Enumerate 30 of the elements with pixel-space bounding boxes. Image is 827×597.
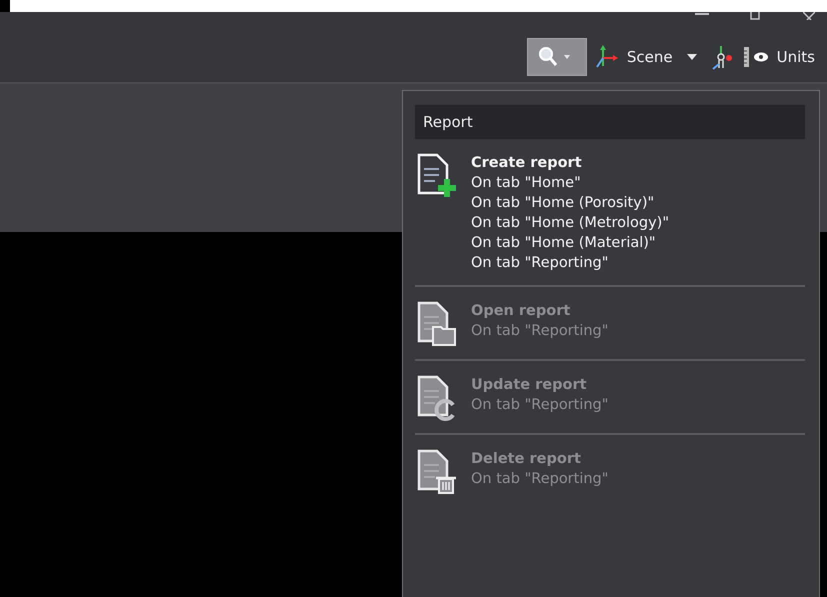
document-trash-icon: [417, 449, 457, 495]
item-subtitle: On tab "Reporting": [471, 322, 608, 341]
scene-label[interactable]: Scene: [626, 48, 673, 66]
item-subtitle: On tab "Reporting": [471, 254, 610, 273]
document-plus-icon: [417, 153, 457, 199]
menu-item[interactable]: Create report On tab "Home" On tab "Home (Porosity)" On tab "Home (Metrology)" On tab "Home (Material)" On tab "Reporting": [415, 139, 805, 279]
figure-axes-icon[interactable]: [710, 44, 735, 70]
search-button[interactable]: [526, 38, 587, 76]
item-title: Create report: [471, 154, 583, 173]
close-icon[interactable]: [803, 12, 815, 20]
search-icon: [538, 46, 572, 68]
ruler-eye-icon[interactable]: [742, 45, 769, 69]
minimize-icon[interactable]: [695, 12, 709, 18]
item-subtitle: On tab "Reporting": [471, 470, 608, 489]
restore-icon[interactable]: [749, 12, 763, 20]
item-title: Delete report: [471, 450, 582, 469]
item-subtitle: On tab "Home (Porosity)": [471, 194, 656, 213]
caret-icon[interactable]: [686, 54, 697, 60]
document-refresh-icon: [417, 375, 457, 421]
item-subtitle: On tab "Home": [471, 174, 582, 193]
axes-icon[interactable]: [594, 44, 619, 70]
item-subtitle: On tab "Reporting": [471, 396, 608, 415]
item-title: Open report: [471, 302, 572, 321]
document-folder-icon: [417, 301, 457, 347]
corner-block: [0, 0, 10, 12]
item-subtitle: On tab "Home (Material)": [471, 234, 657, 253]
item-subtitle: On tab "Home (Metrology)": [471, 214, 669, 233]
units-label[interactable]: Units: [776, 48, 815, 66]
item-title: Update report: [471, 376, 588, 395]
menu-header: Report: [415, 105, 805, 139]
